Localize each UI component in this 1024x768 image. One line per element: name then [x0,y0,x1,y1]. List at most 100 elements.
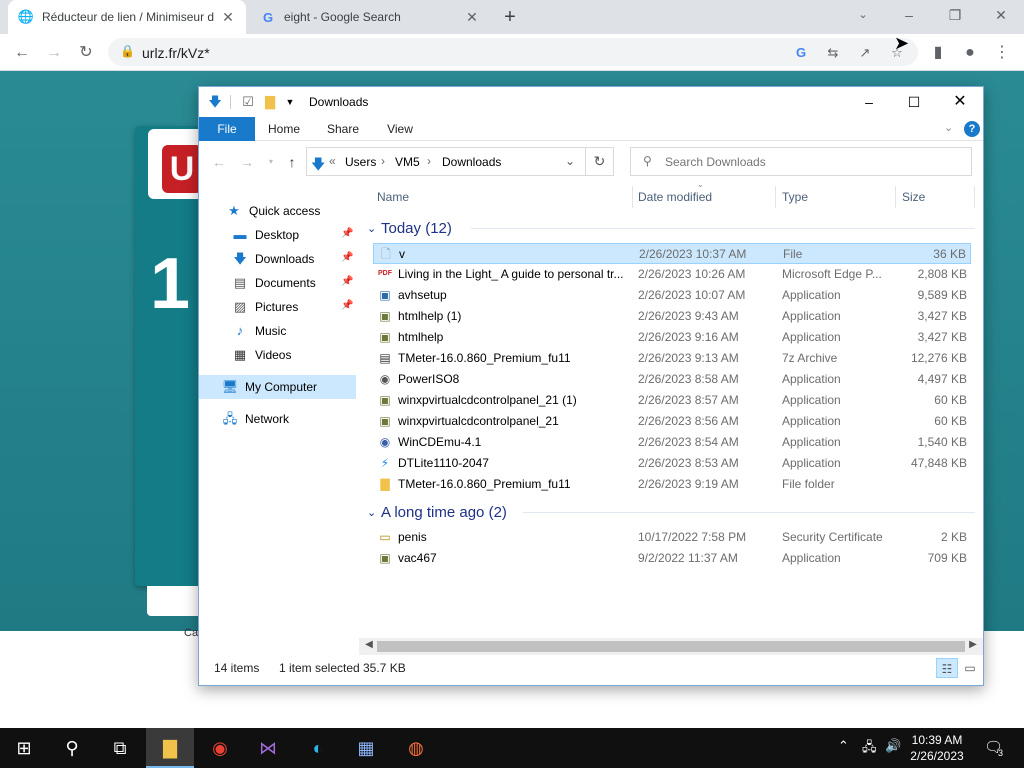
file-row[interactable]: ◉ PowerISO8 2/26/2023 8:58 AM Applicatio… [373,369,971,390]
pin-icon[interactable]: 📌 [341,252,353,263]
up-icon[interactable]: ↑ [282,152,302,172]
file-row[interactable]: ▣ htmlhelp (1) 2/26/2023 9:43 AM Applica… [373,306,971,327]
file-row[interactable]: ▣ vac467 9/2/2022 11:37 AM Application 7… [373,548,971,569]
refresh-icon[interactable]: ↻ [586,147,614,176]
calculator-icon[interactable]: ▦ [342,728,390,768]
properties-checkbox-icon[interactable]: ☑ [240,94,256,110]
nav-item-pictures[interactable]: ▨ Pictures 📌 [199,295,356,319]
column-divider[interactable] [895,186,896,208]
new-tab-button[interactable]: + [498,5,522,29]
clock[interactable]: 10:39 AM 2/26/2023 [902,732,972,764]
file-row[interactable]: ▣ htmlhelp 2/26/2023 9:16 AM Application… [373,327,971,348]
expand-ribbon-icon[interactable]: ⌄ [944,121,953,134]
close-icon[interactable]: ✕ [937,87,983,117]
pin-icon[interactable]: 📌 [341,276,353,287]
nav-item-music[interactable]: ♪ Music [199,319,356,343]
back-icon[interactable]: ← [8,39,36,67]
large-icons-view-icon[interactable]: ▭ [959,658,981,678]
translate-icon[interactable]: ⇆ [824,44,842,62]
tab-file[interactable]: File [199,117,255,141]
pin-icon[interactable]: 📌 [341,300,353,311]
url-text[interactable]: urlz.fr/kVz* [142,45,210,61]
breadcrumb-vm5[interactable]: VM5 [395,155,420,169]
details-view-icon[interactable]: ☷ [936,658,958,678]
side-panel-icon[interactable]: ▮ [924,39,952,67]
tab-urlz[interactable]: 🌐 Réducteur de lien / Minimiseur d ✕ [8,0,246,34]
close-tab-icon[interactable]: ✕ [464,9,480,26]
breadcrumb-prefix[interactable]: « [329,154,336,168]
file-row[interactable]: 🗋 v 2/26/2023 10:37 AM File 36 KB [373,243,971,264]
search-box[interactable]: ⚲ [630,147,972,176]
restore-icon[interactable]: ❐ [932,0,978,30]
file-row[interactable]: ▇ TMeter-16.0.860_Premium_fu11 2/26/2023… [373,474,971,495]
nav-item-downloads[interactable]: 🡇 Downloads 📌 [199,247,356,271]
tab-view[interactable]: View [383,117,417,141]
column-header-type[interactable]: Type [782,182,808,212]
horizontal-scrollbar[interactable]: ◀ ▶ [359,638,983,655]
chevron-right-icon[interactable]: › [427,154,431,168]
forward-icon[interactable]: → [237,152,257,172]
scroll-left-icon[interactable]: ◀ [361,639,377,650]
column-divider[interactable] [974,186,975,208]
file-explorer-icon[interactable]: ▇ [146,728,194,768]
profile-avatar-icon[interactable]: ● [956,39,984,67]
google-lens-icon[interactable]: G [792,44,810,62]
edge-icon[interactable]: ◐ [294,728,342,768]
nav-item-documents[interactable]: ▤ Documents 📌 [199,271,356,295]
file-row[interactable]: PDF Living in the Light_ A guide to pers… [373,264,971,285]
search-input[interactable] [665,153,955,171]
column-divider[interactable] [775,186,776,208]
column-header-date-modified[interactable]: Date modified [638,182,712,212]
close-window-icon[interactable]: ✕ [978,0,1024,30]
customize-toolbar-dropdown-icon[interactable]: ▼ [282,94,298,110]
forward-icon[interactable]: → [40,39,68,67]
nav-item-my-computer[interactable]: 🖥 My Computer [199,375,356,399]
file-row[interactable]: ▣ avhsetup 2/26/2023 10:07 AM Applicatio… [373,285,971,306]
share-icon[interactable]: ↗ [856,44,874,62]
visual-studio-icon[interactable]: ⋈ [244,728,292,768]
recent-locations-icon[interactable]: ▾ [261,152,281,172]
tab-search-icon[interactable]: ⌄ [840,0,886,30]
menu-kebab-icon[interactable]: ⋮ [988,39,1016,67]
maximize-icon[interactable]: ☐ [891,87,937,117]
file-row[interactable]: ▣ winxpvirtualcdcontrolpanel_21 (1) 2/26… [373,390,971,411]
group-header-a-long-time-ago[interactable]: ⌄ A long time ago (2) [367,502,975,522]
nav-item-videos[interactable]: ▦ Videos [199,343,356,367]
minimize-icon[interactable]: – [846,87,892,117]
minimize-icon[interactable]: – [886,0,932,30]
file-row[interactable]: ◉ WinCDEmu-4.1 2/26/2023 8:54 AM Applica… [373,432,971,453]
file-row[interactable]: ▭ penis 10/17/2022 7:58 PM Security Cert… [373,527,971,548]
file-row[interactable]: ⚡ DTLite1110-2047 2/26/2023 8:53 AM Appl… [373,453,971,474]
chrome-icon[interactable]: ◉ [196,728,244,768]
help-icon[interactable]: ? [964,121,980,137]
back-icon[interactable]: ← [209,152,229,172]
reload-icon[interactable]: ↻ [72,39,100,67]
lock-icon[interactable]: 🔒 [120,44,135,58]
new-folder-icon[interactable]: ▇ [262,94,278,110]
tab-google-search[interactable]: G eight - Google Search ✕ [250,0,490,34]
file-row[interactable]: ▣ winxpvirtualcdcontrolpanel_21 2/26/202… [373,411,971,432]
column-header-name[interactable]: Name [377,182,409,212]
nav-item-network[interactable]: 🖧 Network [199,407,356,431]
firefox-icon[interactable]: ◍ [392,728,440,768]
nav-item-desktop[interactable]: ▬ Desktop 📌 [199,223,356,247]
volume-icon[interactable]: 🔊 [885,738,901,754]
column-header-size[interactable]: Size [902,182,925,212]
group-header-today[interactable]: ⌄ Today (12) [367,218,975,238]
task-view-icon[interactable]: ⧉ [96,728,144,768]
close-tab-icon[interactable]: ✕ [220,9,236,26]
breadcrumb-users[interactable]: Users [345,155,376,169]
show-hidden-icons-icon[interactable]: ⌃ [838,738,849,754]
chevron-down-icon[interactable]: ⌄ [565,154,575,168]
file-row[interactable]: ▤ TMeter-16.0.860_Premium_fu11 2/26/2023… [373,348,971,369]
tab-home[interactable]: Home [263,117,305,141]
scrollbar-thumb[interactable] [377,641,965,652]
pin-icon[interactable]: 📌 [341,228,353,239]
chevron-right-icon[interactable]: › [381,154,385,168]
start-icon[interactable]: ⊞ [0,728,48,768]
nav-item-quick-access[interactable]: ★ Quick access [199,199,356,223]
address-breadcrumb[interactable]: 🡇 « Users › VM5 › Downloads ⌄ [306,147,586,176]
scroll-right-icon[interactable]: ▶ [965,639,981,650]
column-divider[interactable] [632,186,633,208]
breadcrumb-downloads[interactable]: Downloads [442,155,501,169]
